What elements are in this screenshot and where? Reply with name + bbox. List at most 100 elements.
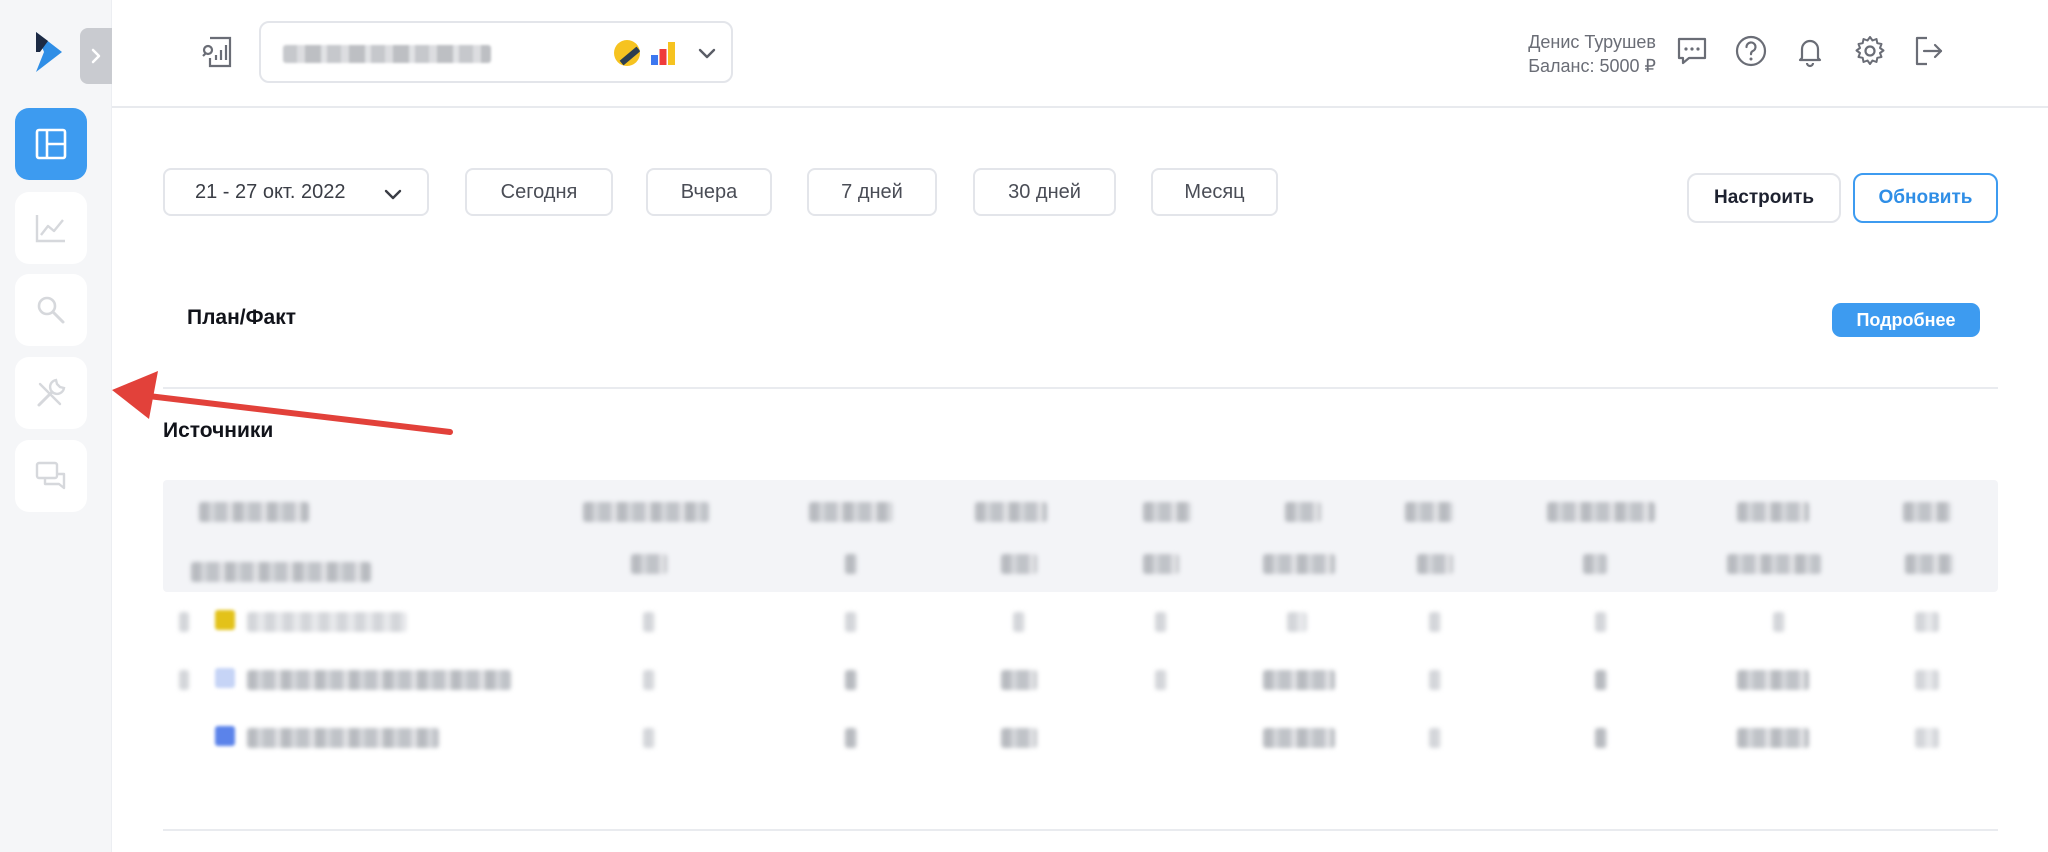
- table-header-cell: [1285, 502, 1321, 522]
- table-header-cell: [1903, 502, 1951, 522]
- table-header-cell: [1547, 502, 1655, 522]
- table-header-cell: [583, 502, 709, 522]
- table-cell: [845, 728, 857, 748]
- table-cell: [1287, 612, 1307, 632]
- table-cell: [1429, 612, 1441, 632]
- report-icon[interactable]: [200, 34, 236, 70]
- table-header-cell: [1143, 502, 1191, 522]
- bell-icon[interactable]: [1793, 34, 1827, 68]
- table-header-cell: [1583, 554, 1607, 574]
- table-header-cell: [1405, 502, 1453, 522]
- project-select[interactable]: [259, 21, 733, 83]
- table-header-cell: [1001, 554, 1037, 574]
- search-icon: [37, 296, 65, 324]
- table-cell: [179, 670, 189, 690]
- project-name-redacted: [283, 45, 491, 63]
- sidebar-item-dashboard[interactable]: [15, 108, 87, 180]
- plan-fact-title: План/Факт: [187, 306, 297, 329]
- table-header-cell: [809, 502, 893, 522]
- section-divider: [163, 387, 1998, 389]
- metrica-icon: [651, 42, 675, 65]
- dashboard-icon: [35, 128, 67, 160]
- table-cell: [1429, 670, 1441, 690]
- table-cell: [845, 612, 857, 632]
- table-cell: [1915, 670, 1939, 690]
- table-cell: [643, 670, 655, 690]
- refresh-button[interactable]: Обновить: [1853, 173, 1998, 223]
- logout-icon[interactable]: [1912, 34, 1946, 68]
- table-header-cell: [199, 502, 309, 522]
- sources-table-redacted: [163, 480, 1998, 760]
- table-header-bg: [163, 480, 1998, 592]
- table-row-label: [247, 670, 511, 690]
- table-cell: [1263, 728, 1335, 748]
- table-cell: [1001, 728, 1037, 748]
- table-cell: [179, 612, 189, 632]
- help-icon[interactable]: [1734, 34, 1768, 68]
- sidebar-item-tools[interactable]: [15, 357, 87, 429]
- table-header-cell: [1417, 554, 1453, 574]
- sidebar-item-messages[interactable]: [15, 440, 87, 512]
- table-cell: [1013, 612, 1025, 632]
- preset-month-button[interactable]: Месяц: [1151, 168, 1278, 216]
- table-cell: [643, 612, 655, 632]
- table-cell: [1001, 670, 1037, 690]
- user-name: Денис Турушев: [1528, 32, 1656, 52]
- table-header-cell: [631, 554, 667, 574]
- app-logo[interactable]: [34, 30, 64, 74]
- table-cell: [1595, 728, 1607, 748]
- table-cell: [1737, 728, 1809, 748]
- line-chart-icon: [35, 215, 65, 243]
- sidebar-item-search[interactable]: [15, 274, 87, 346]
- chevron-down-icon: [384, 189, 402, 200]
- date-range-select[interactable]: 21 - 27 окт. 2022: [163, 168, 429, 216]
- table-cell: [1595, 612, 1607, 632]
- yandex-direct-icon: [614, 40, 640, 66]
- user-balance: Баланс: 5000 ₽: [1528, 56, 1656, 76]
- table-header-cell: [975, 502, 1047, 522]
- section-divider: [163, 829, 1998, 831]
- table-cell: [1737, 670, 1809, 690]
- table-header-cell: [845, 554, 857, 574]
- more-details-button[interactable]: Подробнее: [1832, 303, 1980, 337]
- sidebar-item-analytics[interactable]: [15, 192, 87, 264]
- table-header-cell: [1727, 554, 1821, 574]
- table-cell: [1915, 728, 1939, 748]
- source-color-swatch: [215, 610, 235, 630]
- table-cell: [1915, 612, 1939, 632]
- messages-icon: [35, 461, 66, 490]
- table-cell: [1155, 612, 1167, 632]
- table-cell: [1263, 670, 1335, 690]
- source-color-swatch: [215, 726, 235, 746]
- table-header-cell: [191, 562, 371, 582]
- chevron-down-icon: [698, 48, 716, 59]
- top-bar: Денис Турушев Баланс: 5000 ₽: [112, 0, 2048, 108]
- sidebar-collapse-button[interactable]: [80, 28, 112, 84]
- wrench-icon: [37, 378, 66, 407]
- preset-7-days-button[interactable]: 7 дней: [807, 168, 937, 216]
- user-info[interactable]: Денис Турушев Баланс: 5000 ₽: [1528, 30, 1656, 78]
- source-color-swatch: [215, 668, 235, 688]
- table-cell: [1429, 728, 1441, 748]
- configure-button[interactable]: Настроить: [1687, 173, 1841, 223]
- table-cell: [1773, 612, 1785, 632]
- table-row-label: [247, 728, 439, 748]
- sidebar: [0, 0, 112, 852]
- table-row-label: [247, 612, 407, 632]
- table-header-cell: [1737, 502, 1809, 522]
- table-header-cell: [1905, 554, 1953, 574]
- date-range-value: 21 - 27 окт. 2022: [195, 180, 346, 203]
- chevron-right-icon: [91, 48, 101, 64]
- preset-yesterday-button[interactable]: Вчера: [646, 168, 772, 216]
- table-header-cell: [1263, 554, 1335, 574]
- preset-30-days-button[interactable]: 30 дней: [973, 168, 1116, 216]
- sources-title: Источники: [163, 419, 274, 442]
- table-header-cell: [1143, 554, 1179, 574]
- gear-icon[interactable]: [1853, 34, 1887, 68]
- table-cell: [1155, 670, 1167, 690]
- chat-icon[interactable]: [1675, 34, 1709, 68]
- preset-today-button[interactable]: Сегодня: [465, 168, 613, 216]
- table-cell: [643, 728, 655, 748]
- table-cell: [845, 670, 857, 690]
- table-cell: [1595, 670, 1607, 690]
